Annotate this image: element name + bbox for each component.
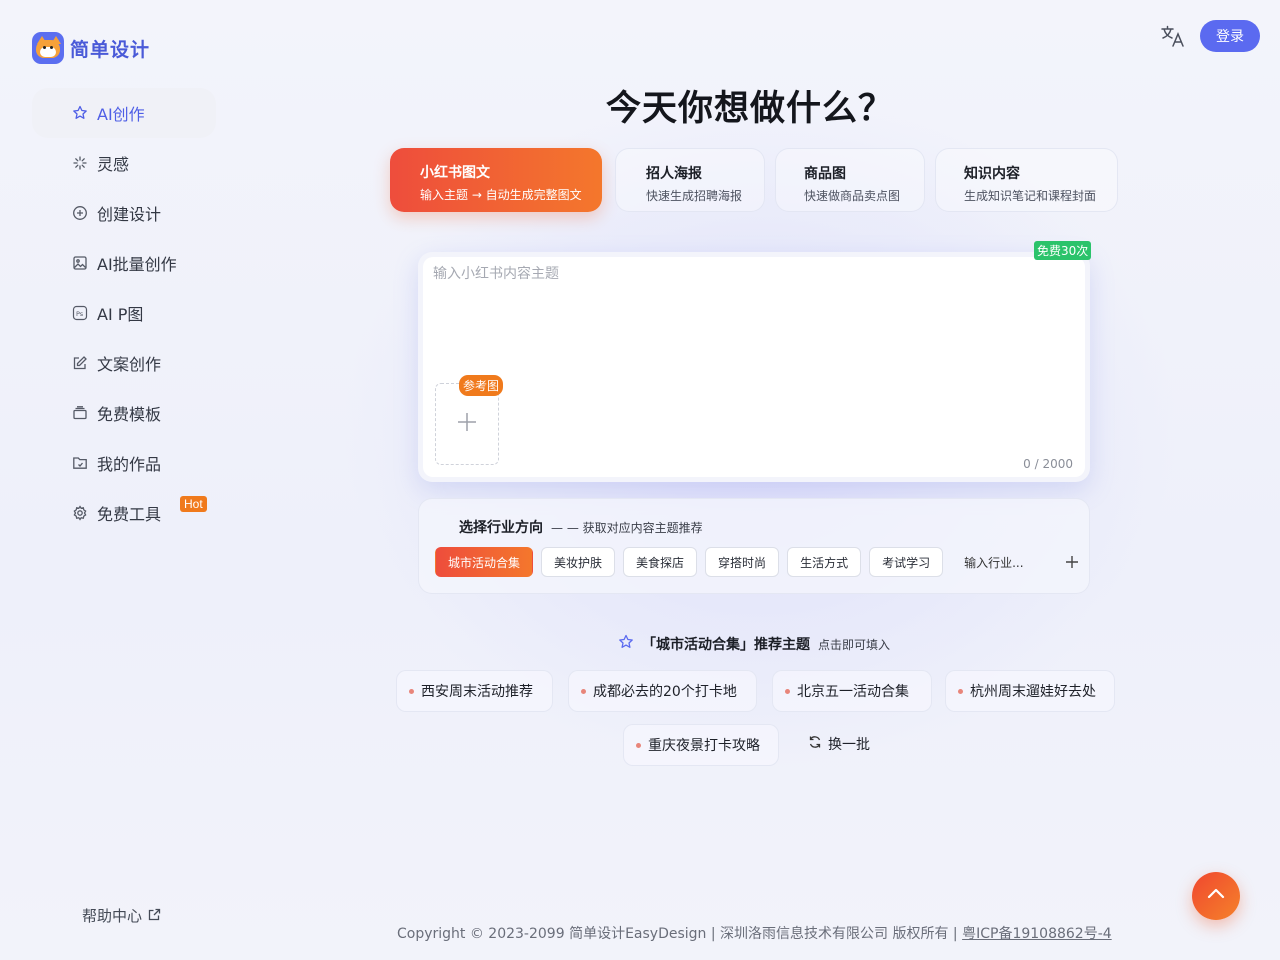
- tab-title: 商品图: [804, 166, 846, 182]
- star-icon: [618, 634, 634, 654]
- industry-chip[interactable]: 考试学习: [869, 547, 944, 577]
- sidebar-item-my-works[interactable]: 我的作品: [32, 438, 216, 488]
- template-icon: [72, 405, 88, 421]
- industry-chip[interactable]: 美妆护肤: [541, 547, 616, 577]
- sparkle-icon: [72, 155, 88, 171]
- icp-link[interactable]: 粤ICP备19108862号-4: [962, 926, 1112, 942]
- refresh-icon: [808, 735, 822, 753]
- topic-input[interactable]: [433, 263, 1073, 373]
- tab-xiaohongshu[interactable]: 小红书图文 输入主题 → 自动生成完整图文: [390, 148, 602, 212]
- login-button[interactable]: 登录: [1200, 20, 1260, 52]
- sidebar-item-free-templates[interactable]: 免费模板: [32, 388, 216, 438]
- brand-name: 简单设计: [70, 38, 151, 61]
- sidebar-item-batch-create[interactable]: AI批量创作: [32, 238, 216, 288]
- tab-recruit-poster[interactable]: 招人海报 快速生成招聘海报: [615, 148, 765, 212]
- tab-title: 知识内容: [964, 166, 1020, 182]
- suggestion-text: 重庆夜景打卡攻略: [648, 738, 760, 754]
- sidebar-nav: AI创作 灵感 创建设计 AI批量创作 Ps AI P图 文案创作 免费模板 我…: [32, 88, 216, 538]
- sidebar-item-label: 免费工具: [97, 505, 162, 524]
- suggestion-item[interactable]: 西安周末活动推荐: [396, 670, 553, 712]
- tab-desc: 输入主题 → 自动生成完整图文: [420, 188, 582, 202]
- industry-chip[interactable]: 美食探店: [623, 547, 698, 577]
- sidebar-item-label: AI创作: [97, 105, 145, 124]
- create-type-tabs: 小红书图文 输入主题 → 自动生成完整图文 招人海报 快速生成招聘海报 商品图 …: [390, 148, 1118, 212]
- tab-title: 小红书图文: [420, 165, 490, 181]
- sidebar-item-label: 创建设计: [97, 205, 162, 224]
- edit-icon: [72, 355, 88, 371]
- tab-desc: 快速做商品卖点图: [804, 189, 901, 203]
- tab-knowledge[interactable]: 知识内容 生成知识笔记和课程封面: [935, 148, 1118, 212]
- refresh-button[interactable]: 换一批: [808, 734, 870, 754]
- gear-icon: [72, 505, 88, 521]
- help-center-label: 帮助中心: [82, 907, 143, 925]
- topic-editor: 0 / 2000: [423, 257, 1085, 477]
- char-counter: 0 / 2000: [1023, 457, 1073, 471]
- ps-icon: Ps: [72, 305, 88, 321]
- translate-icon[interactable]: [1160, 24, 1186, 48]
- sidebar-item-label: 免费模板: [97, 405, 162, 424]
- recommend-header: 「城市活动合集」推荐主题 点击即可填入: [618, 634, 890, 654]
- hot-badge: Hot: [180, 496, 207, 512]
- sidebar-item-create-design[interactable]: 创建设计: [32, 188, 216, 238]
- footer: Copyright © 2023-2099 简单设计EasyDesign | 深…: [397, 923, 1112, 943]
- add-industry-icon[interactable]: [1057, 547, 1087, 577]
- folder-icon: [72, 455, 88, 471]
- svg-text:Ps: Ps: [76, 310, 84, 318]
- tab-desc: 生成知识笔记和课程封面: [964, 189, 1097, 203]
- suggestion-text: 西安周末活动推荐: [421, 684, 533, 700]
- suggestion-text: 北京五一活动合集: [797, 684, 909, 700]
- sidebar-item-free-tools[interactable]: 免费工具 Hot: [32, 488, 216, 538]
- free-count-badge: 免费30次: [1034, 241, 1092, 260]
- tab-product-image[interactable]: 商品图 快速做商品卖点图: [775, 148, 925, 212]
- suggestion-item[interactable]: 杭州周末遛娃好去处: [945, 670, 1115, 712]
- sidebar-item-label: AI P图: [97, 305, 144, 324]
- page-title: 今天你想做什么？: [605, 89, 894, 129]
- recommend-subtitle: 点击即可填入: [818, 637, 891, 652]
- suggestion-text: 成都必去的20个打卡地: [593, 684, 737, 700]
- industry-chip[interactable]: 穿搭时尚: [705, 547, 780, 577]
- image-icon: [72, 255, 88, 271]
- suggestion-item[interactable]: 北京五一活动合集: [772, 670, 932, 712]
- suggestion-item[interactable]: 成都必去的20个打卡地: [568, 670, 757, 712]
- industry-chip[interactable]: 城市活动合集: [435, 547, 534, 577]
- copyright-text: Copyright © 2023-2099 简单设计EasyDesign | 深…: [397, 926, 963, 942]
- help-center-link[interactable]: 帮助中心: [82, 905, 161, 926]
- tab-title: 招人海报: [646, 166, 702, 182]
- sidebar-item-ai-ps[interactable]: Ps AI P图: [32, 288, 216, 338]
- sidebar-item-label: AI批量创作: [97, 255, 177, 274]
- sidebar-item-label: 我的作品: [97, 455, 162, 474]
- custom-industry-input[interactable]: 输入行业...: [951, 547, 1036, 577]
- sidebar-item-ai-create[interactable]: AI创作: [32, 88, 216, 138]
- sidebar-item-copywriting[interactable]: 文案创作: [32, 338, 216, 388]
- sidebar-item-label: 文案创作: [97, 355, 162, 374]
- sidebar-item-inspiration[interactable]: 灵感: [32, 138, 216, 188]
- brand-logo[interactable]: 简单设计: [32, 32, 150, 64]
- sidebar-item-label: 灵感: [97, 155, 130, 174]
- tab-desc: 快速生成招聘海报: [646, 189, 743, 203]
- recommend-title: 「城市活动合集」推荐主题: [642, 637, 810, 653]
- star-icon: [72, 105, 88, 121]
- industry-chip[interactable]: 生活方式: [787, 547, 862, 577]
- reference-image-badge: 参考图: [459, 375, 504, 396]
- plus-circle-icon: [72, 205, 88, 221]
- industry-title: 选择行业方向: [459, 520, 543, 536]
- chevron-up-icon: [1206, 884, 1226, 908]
- suggestion-text: 杭州周末遛娃好去处: [970, 684, 1096, 700]
- back-to-top-button[interactable]: [1192, 872, 1240, 920]
- logo-icon: [32, 32, 64, 64]
- refresh-label: 换一批: [828, 737, 870, 753]
- industry-selector: 选择行业方向 — — 获取对应内容主题推荐 城市活动合集 美妆护肤 美食探店 穿…: [418, 498, 1090, 594]
- external-link-icon: [148, 907, 161, 925]
- suggestion-item[interactable]: 重庆夜景打卡攻略: [623, 724, 779, 766]
- plus-icon: [456, 411, 478, 437]
- industry-subtitle: — — 获取对应内容主题推荐: [551, 521, 703, 535]
